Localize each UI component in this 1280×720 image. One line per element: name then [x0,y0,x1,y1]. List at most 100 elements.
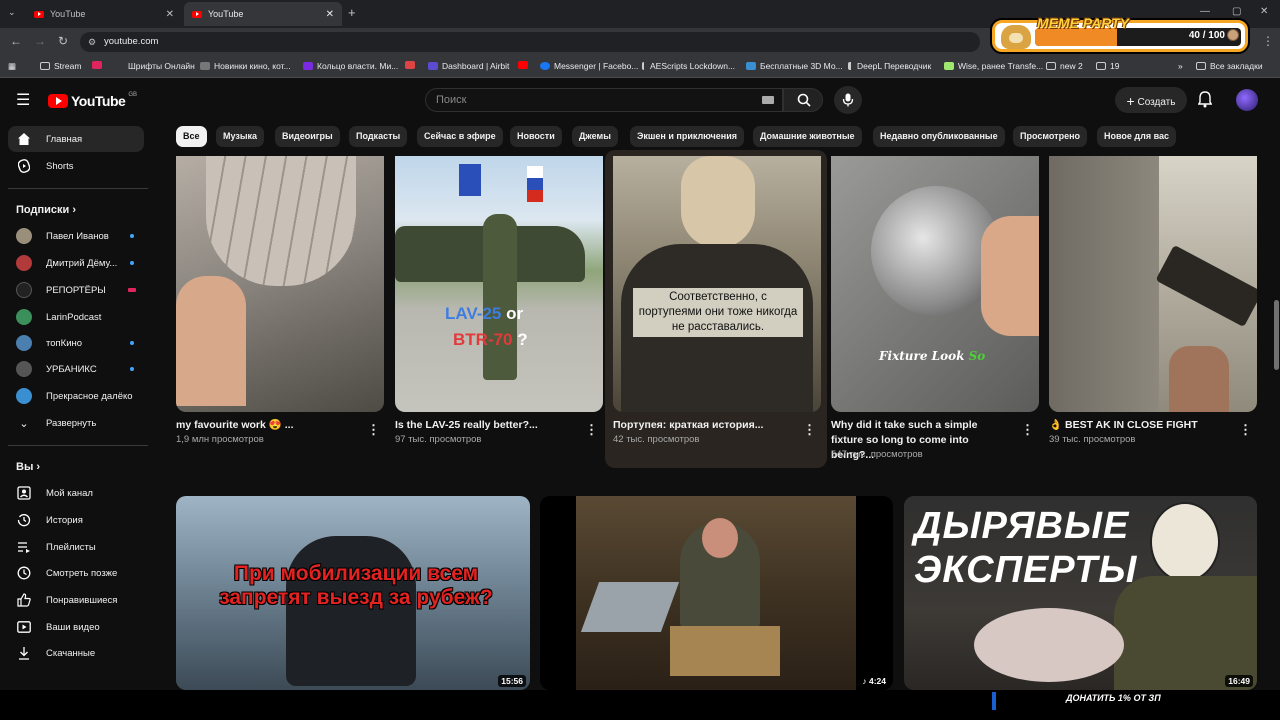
short-thumbnail[interactable]: Соответственно, с портупеями они тоже ни… [613,156,821,412]
bookmark-item[interactable]: DeepL Переводчик [848,61,931,71]
subscription-item[interactable]: Павел Иванов [8,223,144,249]
video-overlay-text: ДЫРЯВЫЕ ЭКСПЕРТЫ [914,505,1138,591]
meme-party-widget: MEME PARTY 40 / 100 [992,15,1248,52]
sidebar-item-liked[interactable]: Понравившиеся [8,587,144,613]
short-thumbnail[interactable] [176,156,384,412]
subscription-item[interactable]: топКино [8,330,144,356]
browser-tab-active[interactable]: YouTube ✕ [184,2,342,26]
you-heading[interactable]: Вы › [16,461,40,473]
chip-action[interactable]: Экшен и приключения [630,126,744,147]
sidebar-item-downloads[interactable]: Скачанные [8,640,144,666]
chip-recent[interactable]: Недавно опубликованные [873,126,1005,147]
short-title[interactable]: Портупея: краткая история... [613,418,793,433]
new-tab-icon[interactable]: + [348,5,356,20]
sidebar-divider [8,445,148,446]
bookmark-item[interactable] [92,61,102,69]
more-options-icon[interactable]: ⋮ [585,422,598,438]
more-options-icon[interactable]: ⋮ [1021,422,1034,438]
reload-icon[interactable]: ↻ [58,34,68,48]
short-thumbnail[interactable]: Fixture Look So [831,156,1039,412]
video-thumbnail[interactable]: ♪ 4:24 [540,496,893,690]
expand-subscriptions-button[interactable]: ⌄ Развернуть [8,410,144,436]
video-thumbnail[interactable]: При мобилизации всем запретят выезд за р… [176,496,530,690]
more-bookmarks-icon[interactable]: » [1178,61,1183,71]
keyboard-icon[interactable] [762,96,774,104]
more-options-icon[interactable]: ⋮ [1239,422,1252,438]
chip-jams[interactable]: Джемы [572,126,618,147]
subscription-item[interactable]: LarinPodcast [8,304,144,330]
bookmark-item[interactable] [405,61,415,69]
subscription-item[interactable]: Дмитрий Дёму... [8,250,144,276]
sidebar-item-watch-later[interactable]: Смотреть позже [8,560,144,586]
short-thumbnail[interactable] [1049,156,1257,412]
short-title[interactable]: Is the LAV-25 really better?... [395,418,575,433]
close-tab-icon[interactable]: ✕ [166,9,174,20]
sidebar-item-playlists[interactable]: Плейлисты [8,534,144,560]
tab-search-icon[interactable]: ⌄ [8,7,16,18]
bookmark-item[interactable]: AEScripts Lockdown... [642,61,735,71]
search-input[interactable]: Поиск [425,88,783,112]
page-scrollbar[interactable] [1274,300,1279,370]
bookmark-item[interactable]: Бесплатные 3D Мо... [746,61,843,71]
chip-games[interactable]: Видеоигры [275,126,340,147]
sidebar-item-shorts[interactable]: Shorts [8,153,144,179]
bookmark-folder[interactable]: new 2 [1046,61,1083,71]
chip-new-for-you[interactable]: Новое для вас [1097,126,1177,147]
chip-music[interactable]: Музыка [216,126,265,147]
bookmark-item[interactable] [518,61,528,69]
search-button[interactable] [783,88,823,112]
bookmark-item[interactable]: Dashboard | Airbit [428,61,509,71]
more-options-icon[interactable]: ⋮ [803,422,816,438]
menu-icon[interactable]: ☰ [16,90,30,110]
short-title[interactable]: my favourite work 😍 ... [176,418,356,433]
sidebar-item-label: История [46,514,83,526]
sidebar-item-my-channel[interactable]: Мой канал [8,480,144,506]
chip-news[interactable]: Новости [510,126,562,147]
apps-icon[interactable]: ▦ [8,61,16,72]
create-button[interactable]: + Создать [1115,87,1187,113]
sidebar-item-your-videos[interactable]: Ваши видео [8,614,144,640]
short-thumbnail[interactable]: LAV-25 or BTR-70 ? [395,156,603,412]
chip-all[interactable]: Все [176,126,207,147]
browser-menu-icon[interactable]: ⋮ [1262,34,1274,48]
sidebar-item-label: Смотреть позже [46,567,118,579]
bookmark-item[interactable]: Wise, ранее Transfe... [944,61,1043,71]
bookmark-item[interactable]: Messenger | Facebo... [540,61,638,71]
more-options-icon[interactable]: ⋮ [367,422,380,438]
subscription-item[interactable]: Прекрасное далёко [8,383,144,409]
bookmark-folder[interactable]: 19 [1096,61,1119,71]
short-title[interactable]: 👌 BEST AK IN CLOSE FIGHT [1049,418,1229,433]
shorts-icon [16,158,32,174]
bookmark-item[interactable]: Шрифты Онлайн [114,61,195,71]
minimize-icon[interactable]: — [1200,6,1210,17]
browser-tab[interactable]: YouTube ✕ [26,2,182,26]
all-bookmarks-folder[interactable]: Все закладки [1196,61,1263,71]
subscription-item[interactable]: УРБАНИКС [8,356,144,382]
notifications-bell-icon[interactable] [1198,91,1212,108]
site-info-icon[interactable]: ⚙ [88,32,96,52]
chip-live[interactable]: Сейчас в эфире [417,126,503,147]
url-field[interactable]: ⚙ youtube.com [80,32,980,52]
channel-icon [16,485,32,501]
user-avatar[interactable] [1236,89,1258,111]
close-window-icon[interactable]: ✕ [1260,6,1268,17]
channel-name: Прекрасное далёко [46,390,133,402]
voice-search-button[interactable] [834,86,862,114]
subscriptions-heading[interactable]: Подписки › [16,204,76,216]
chip-watched[interactable]: Просмотрено [1013,126,1088,147]
bookmark-item[interactable]: Stream [40,61,81,71]
chip-podcasts[interactable]: Подкасты [349,126,408,147]
forward-icon[interactable]: → [34,34,46,48]
chip-pets[interactable]: Домашние животные [753,126,862,147]
close-tab-icon[interactable]: ✕ [326,9,334,20]
maximize-icon[interactable]: ▢ [1232,6,1241,17]
video-thumbnail[interactable]: ДЫРЯВЫЕ ЭКСПЕРТЫ 16:49 [904,496,1257,690]
channel-name: РЕПОРТЁРЫ [46,284,106,296]
back-icon[interactable]: ← [10,34,22,48]
subscription-item[interactable]: РЕПОРТЁРЫ [8,277,144,303]
youtube-logo[interactable]: YouTube GB [48,92,137,109]
sidebar-item-home[interactable]: Главная [8,126,144,152]
bookmark-item[interactable]: Кольцо власти. Ми... [303,61,398,71]
sidebar-item-history[interactable]: История [8,507,144,533]
bookmark-item[interactable]: Новинки кино, кот... [200,61,291,71]
